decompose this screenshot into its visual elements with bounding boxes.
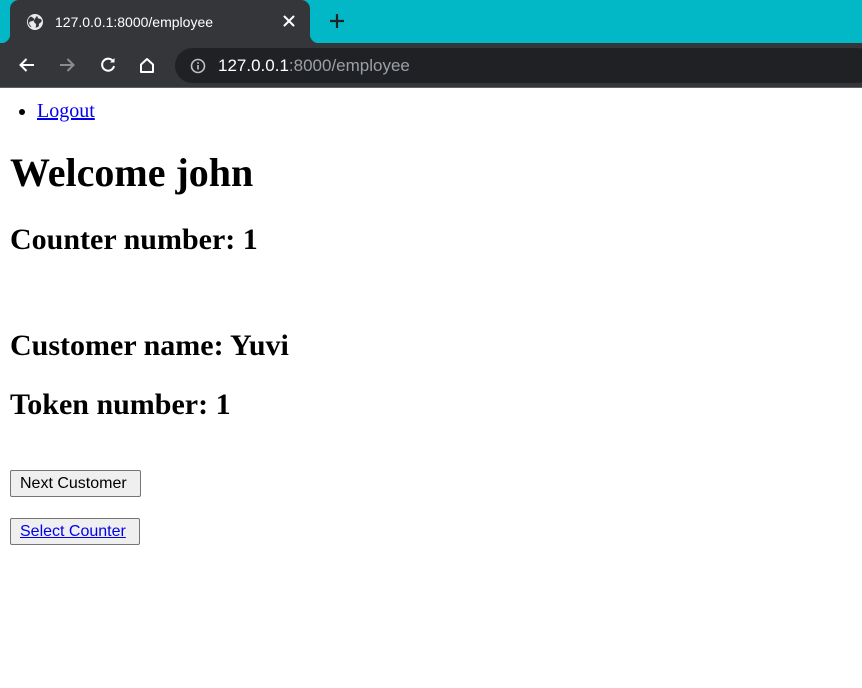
browser-toolbar: 127.0.0.1:8000/employee: [0, 43, 862, 88]
next-customer-button[interactable]: Next Customer: [10, 470, 141, 497]
tab-title: 127.0.0.1:8000/employee: [55, 13, 214, 30]
info-icon[interactable]: [190, 58, 206, 74]
tab-strip: 127.0.0.1:8000/employee: [0, 0, 862, 43]
nav-item: Logout: [37, 100, 862, 122]
forward-arrow-icon[interactable]: [55, 53, 79, 77]
globe-icon: [26, 13, 44, 31]
page-title: Welcome john: [10, 150, 254, 195]
nav-list: Logout: [0, 100, 862, 122]
customer-name: Customer name: Yuvi: [10, 329, 289, 362]
new-tab-icon[interactable]: [326, 10, 348, 32]
close-tab-icon[interactable]: [280, 12, 298, 30]
home-icon[interactable]: [135, 53, 159, 77]
select-counter-button[interactable]: Select Counter: [10, 518, 140, 545]
page-content: Logout Welcome john Counter number: 1 Cu…: [0, 89, 862, 545]
browser-tab[interactable]: 127.0.0.1:8000/employee: [1, 0, 319, 43]
back-arrow-icon[interactable]: [15, 53, 39, 77]
logout-link[interactable]: Logout: [37, 100, 95, 122]
select-counter-link[interactable]: Select Counter: [20, 523, 126, 541]
url-path: :8000/employee: [288, 55, 410, 75]
reload-icon[interactable]: [96, 53, 120, 77]
url-text: 127.0.0.1:8000/employee: [218, 56, 410, 76]
url-host: 127.0.0.1: [218, 55, 289, 75]
token-number: Token number: 1: [10, 388, 231, 421]
address-bar[interactable]: 127.0.0.1:8000/employee: [175, 48, 862, 83]
counter-number: Counter number: 1: [10, 223, 258, 256]
